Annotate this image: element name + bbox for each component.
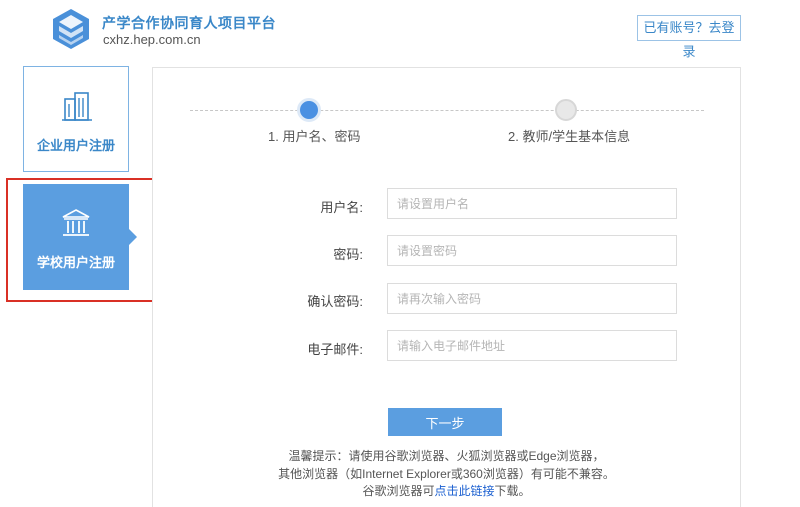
email-input[interactable]: [387, 330, 677, 361]
password-label: 密码:: [333, 247, 363, 262]
tip-line-3-prefix: 谷歌浏览器可: [362, 484, 435, 498]
tip-line-2: 其他浏览器（如Internet Explorer或360浏览器）有可能不兼容。: [278, 467, 615, 481]
step2-indicator: [555, 99, 577, 121]
step1-label: 1. 用户名、密码: [268, 129, 361, 144]
step2-label: 2. 教师/学生基本信息: [508, 129, 631, 144]
password-input[interactable]: [387, 235, 677, 266]
registration-page: 产学合作协同育人项目平台 cxhz.hep.com.cn 已有账号？去登录 企业…: [0, 0, 800, 507]
tip-line-3-suffix: 下载。: [494, 484, 531, 498]
platform-logo-icon: [53, 9, 89, 49]
email-label: 电子邮件:: [307, 342, 363, 357]
platform-url: cxhz.hep.com.cn: [103, 32, 201, 47]
annotation-highlight-box: [6, 178, 156, 302]
confirm-password-input[interactable]: [387, 283, 677, 314]
username-input[interactable]: [387, 188, 677, 219]
platform-title: 产学合作协同育人项目平台: [102, 15, 276, 31]
tip-line-1: 温馨提示：请使用谷歌浏览器、火狐浏览器或Edge浏览器，: [288, 449, 605, 463]
login-link[interactable]: 已有账号？去登录: [637, 15, 741, 59]
building-icon: [62, 92, 92, 121]
tip-line-3: 谷歌浏览器可点击此链接下载。: [152, 482, 741, 499]
step1-indicator: [297, 98, 321, 122]
username-label: 用户名:: [320, 200, 363, 215]
chrome-download-link[interactable]: 点击此链接: [434, 484, 494, 498]
next-step-button[interactable]: 下一步: [388, 408, 502, 436]
tab-enterprise-register[interactable]: 企业用户注册: [23, 66, 129, 172]
tab-enterprise-label: 企业用户注册: [36, 138, 115, 153]
confirm-password-label: 确认密码:: [307, 294, 363, 309]
step-progress-line: [190, 110, 704, 111]
